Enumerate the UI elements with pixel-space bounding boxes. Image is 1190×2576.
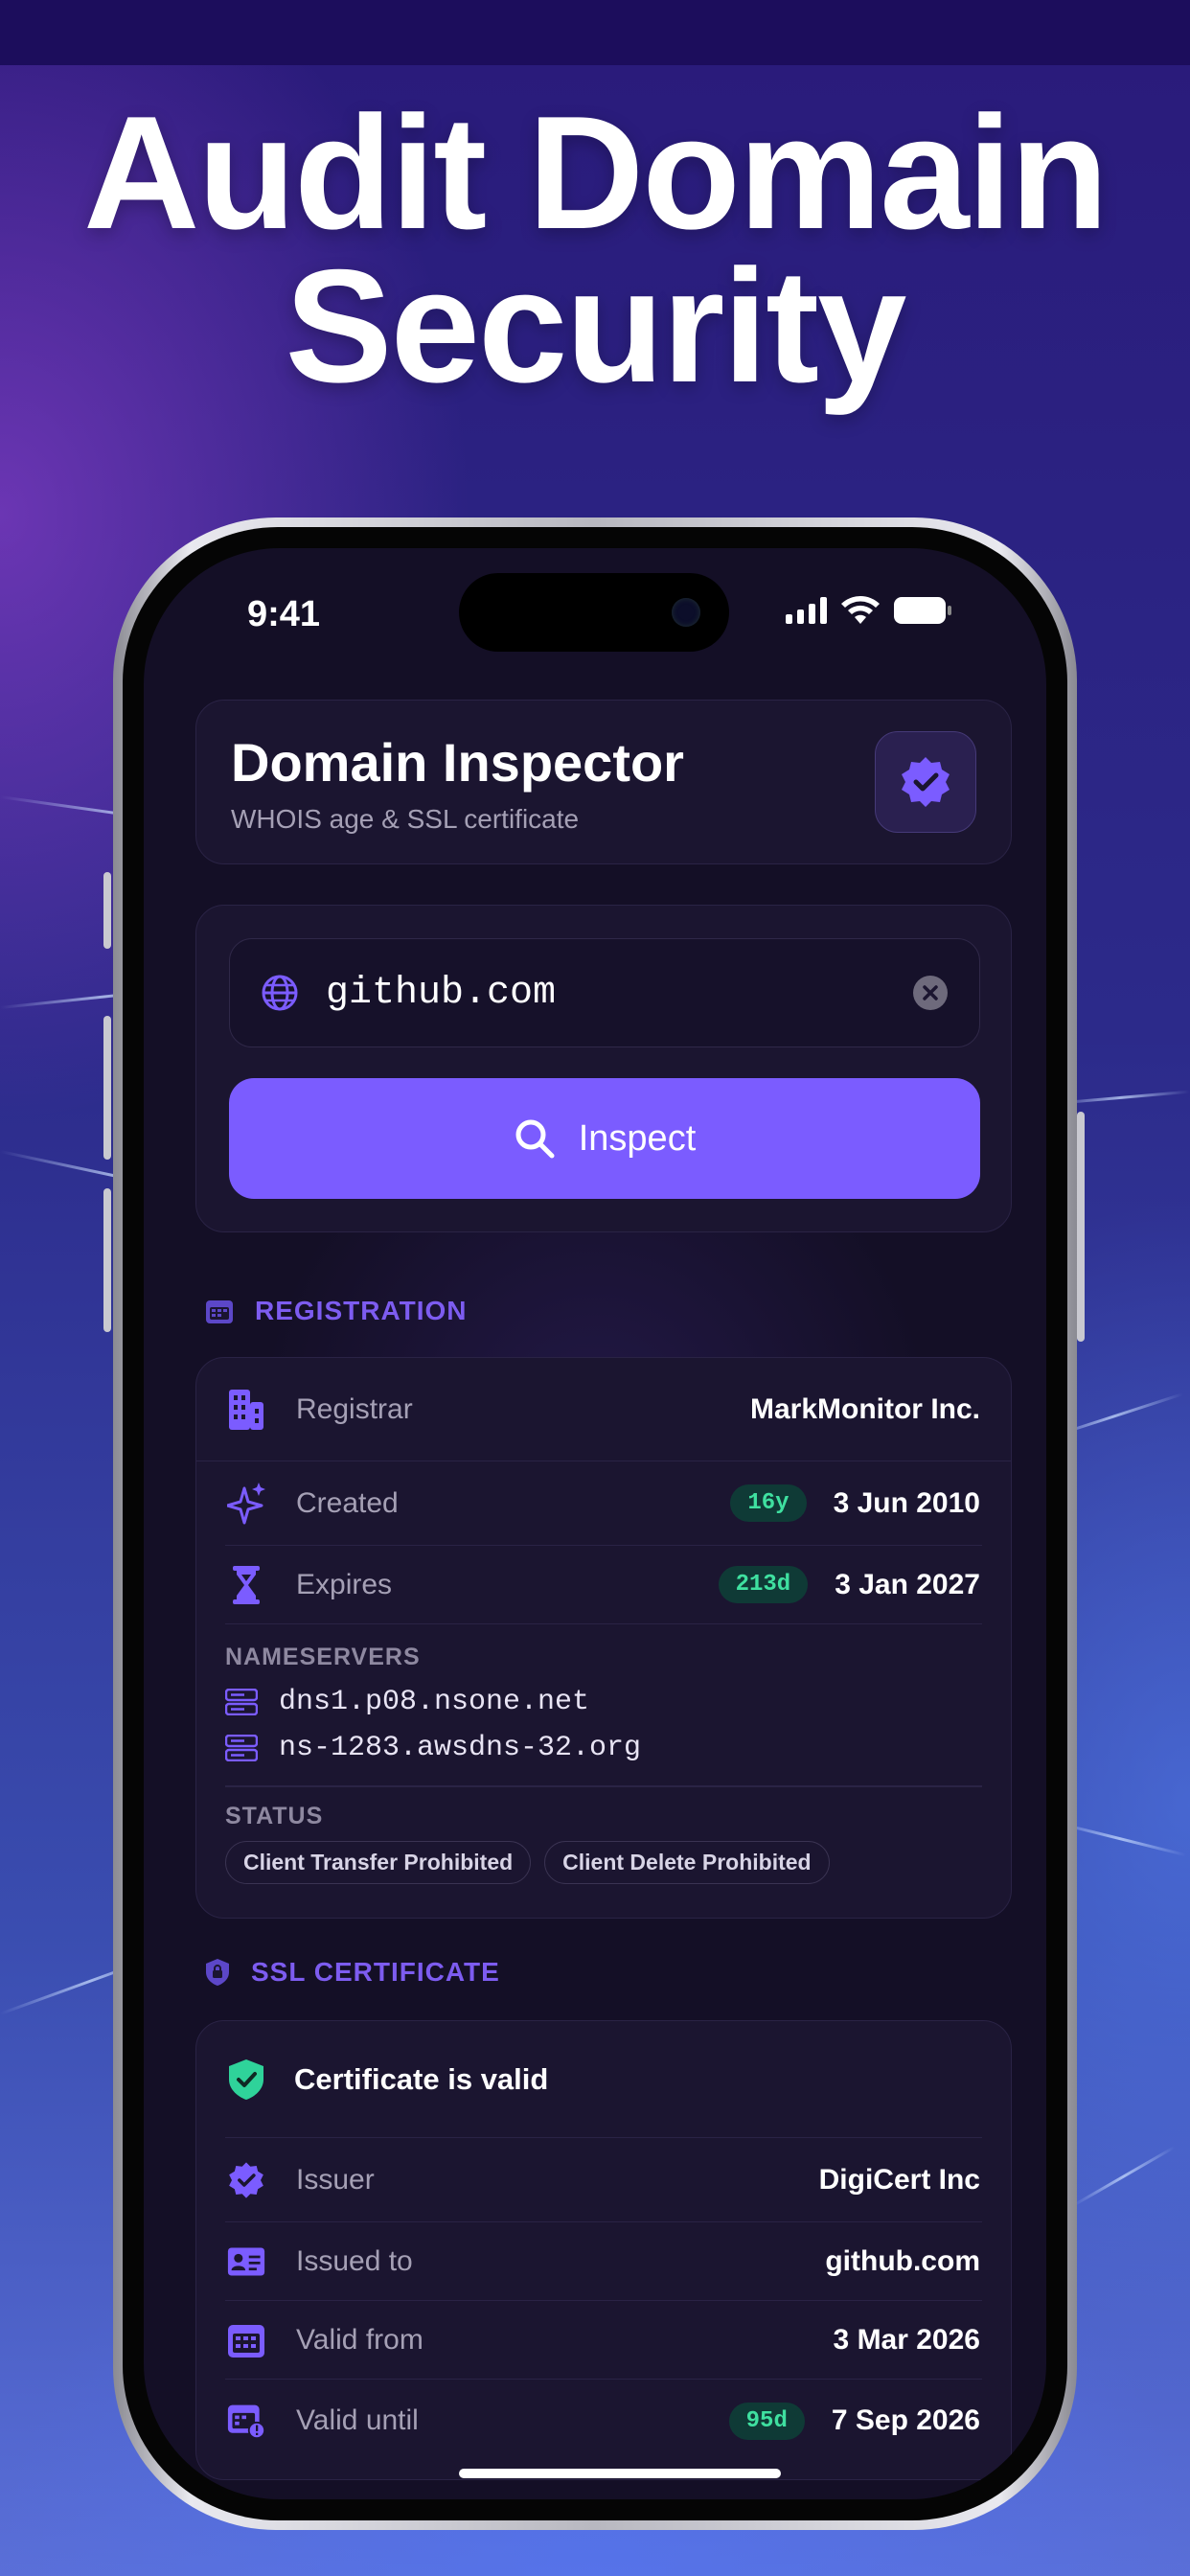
created-label: Created xyxy=(296,1486,399,1519)
verified-badge-icon xyxy=(229,2161,263,2198)
header-card: Domain Inspector WHOIS age & SSL certifi… xyxy=(195,700,1012,864)
status-time: 9:41 xyxy=(247,594,321,634)
ssl-section-header: SSL CERTIFICATE xyxy=(205,1957,500,1988)
server-icon xyxy=(225,1689,258,1715)
verified-badge-icon xyxy=(902,757,950,807)
domain-input[interactable]: github.com xyxy=(229,938,980,1047)
headline-line-1: Audit Domain xyxy=(83,82,1109,263)
hourglass-icon xyxy=(233,1565,260,1604)
globe-icon xyxy=(262,975,298,1011)
expires-row: Expires 213d 3 Jan 2027 xyxy=(225,1546,982,1624)
status-chips: Client Transfer Prohibited Client Delete … xyxy=(225,1841,843,1884)
issuer-value: DigiCert Inc xyxy=(818,2163,980,2196)
wifi-icon xyxy=(841,596,880,624)
valid-until-row: Valid until 95d 7 Sep 2026 xyxy=(225,2380,982,2462)
registrar-row: Registrar MarkMonitor Inc. xyxy=(196,1358,1011,1461)
registrar-label: Registrar xyxy=(296,1392,413,1425)
issuer-row: Issuer DigiCert Inc xyxy=(225,2138,982,2222)
volume-down-button xyxy=(103,1188,111,1332)
registration-card: Registrar MarkMonitor Inc. Created 16y 3… xyxy=(195,1357,1012,1919)
action-button xyxy=(103,872,111,949)
building-icon xyxy=(229,1389,263,1430)
lock-shield-icon xyxy=(206,1959,229,1986)
app-screen: 9:41 Domain Inspector WHOIS age & SSL ce… xyxy=(144,548,1046,2499)
app-title: Domain Inspector xyxy=(231,732,684,793)
nameserver-2: ns-1283.awsdns-32.org xyxy=(279,1732,642,1764)
expires-label: Expires xyxy=(296,1568,393,1600)
registration-section-header: REGISTRATION xyxy=(205,1296,467,1326)
calendar-icon xyxy=(206,1300,233,1323)
nameserver-item: dns1.p08.nsone.net xyxy=(225,1686,589,1718)
registration-section-title: REGISTRATION xyxy=(255,1296,468,1325)
home-indicator[interactable] xyxy=(459,2469,781,2478)
valid-from-label: Valid from xyxy=(296,2323,423,2356)
id-card-icon xyxy=(227,2246,265,2276)
verified-badge xyxy=(875,731,976,833)
ssl-card: Certificate is valid Issuer DigiCert Inc xyxy=(195,2020,1012,2480)
app-subtitle: WHOIS age & SSL certificate xyxy=(231,804,580,834)
power-button xyxy=(1077,1112,1085,1342)
expires-remaining-badge: 213d xyxy=(718,1566,809,1603)
created-age-badge: 16y xyxy=(730,1484,807,1522)
shield-check-icon xyxy=(229,2058,263,2100)
domain-input-value[interactable]: github.com xyxy=(326,972,912,1015)
volume-up-button xyxy=(103,1016,111,1160)
server-icon xyxy=(225,1735,258,1761)
created-value: 3 Jun 2010 xyxy=(833,1486,980,1519)
headline: Audit Domain Security xyxy=(0,82,1190,416)
search-icon xyxy=(515,1119,555,1159)
clear-icon[interactable] xyxy=(912,975,949,1011)
sparkle-icon xyxy=(227,1482,265,1524)
issued-to-label: Issued to xyxy=(296,2244,413,2277)
status-title: STATUS xyxy=(225,1803,324,1829)
signal-icon xyxy=(786,597,827,624)
issued-to-row: Issued to github.com xyxy=(225,2222,982,2301)
nameserver-item: ns-1283.awsdns-32.org xyxy=(225,1732,641,1764)
dynamic-island xyxy=(459,573,729,652)
calendar-alert-icon xyxy=(227,2404,265,2440)
phone-frame: 9:41 Domain Inspector WHOIS age & SSL ce… xyxy=(113,518,1077,2530)
divider xyxy=(225,1785,982,1787)
search-card: github.com Inspect xyxy=(195,905,1012,1232)
headline-line-2: Security xyxy=(285,236,907,416)
valid-until-value: 7 Sep 2026 xyxy=(831,2404,980,2436)
status-chip: Client Transfer Prohibited xyxy=(225,1841,532,1884)
nameserver-1: dns1.p08.nsone.net xyxy=(279,1686,590,1718)
valid-from-value: 3 Mar 2026 xyxy=(833,2323,980,2356)
expires-value: 3 Jan 2027 xyxy=(835,1568,980,1600)
created-row: Created 16y 3 Jun 2010 xyxy=(225,1461,982,1546)
calendar-icon xyxy=(228,2324,264,2358)
camera-icon xyxy=(672,598,700,627)
issued-to-value: github.com xyxy=(825,2244,980,2277)
certificate-valid-text: Certificate is valid xyxy=(294,2061,549,2096)
valid-from-row: Valid from 3 Mar 2026 xyxy=(225,2301,982,2380)
inspect-button-label: Inspect xyxy=(578,1117,697,1159)
status-chip: Client Delete Prohibited xyxy=(544,1841,830,1884)
battery-icon xyxy=(894,597,951,624)
status-icons xyxy=(786,596,952,625)
issuer-label: Issuer xyxy=(296,2163,375,2196)
nameservers-title: NAMESERVERS xyxy=(225,1644,421,1670)
valid-until-label: Valid until xyxy=(296,2404,419,2436)
registrar-value: MarkMonitor Inc. xyxy=(749,1392,980,1425)
valid-until-remaining-badge: 95d xyxy=(728,2402,805,2440)
inspect-button[interactable]: Inspect xyxy=(229,1078,980,1199)
certificate-valid-row: Certificate is valid xyxy=(225,2021,982,2138)
ssl-section-title: SSL CERTIFICATE xyxy=(251,1957,500,1987)
